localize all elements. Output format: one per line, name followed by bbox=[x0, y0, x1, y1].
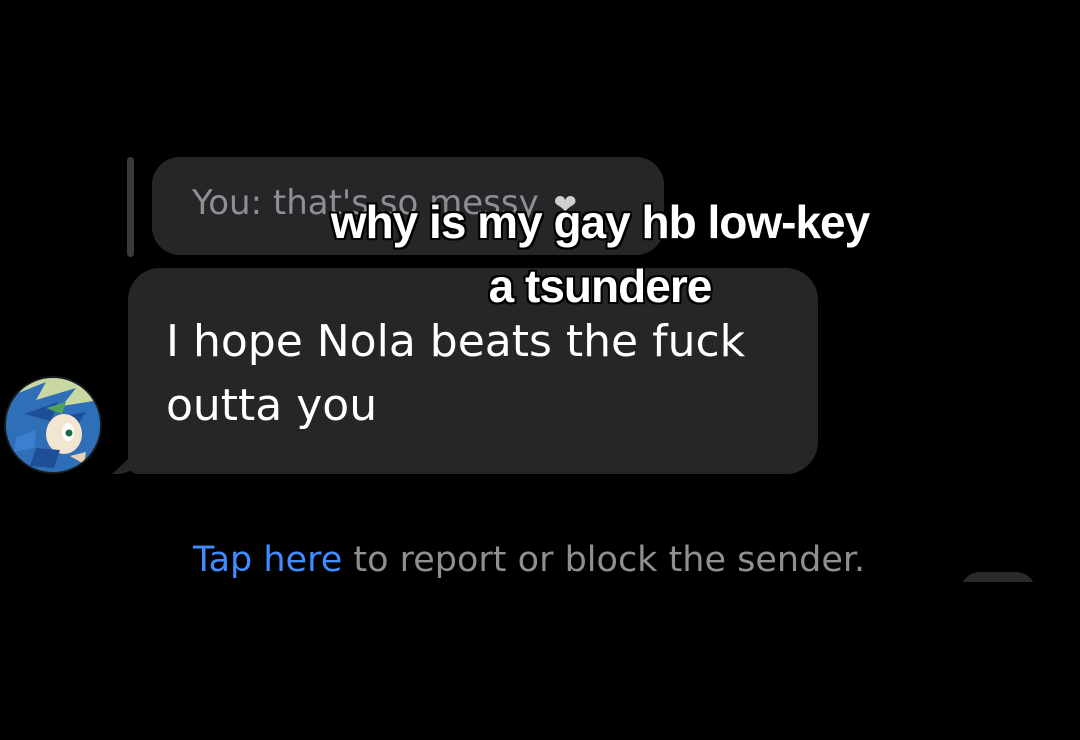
screenshot-crop-edge bbox=[930, 582, 1080, 622]
report-or-block-notice: Tap here to report or block the sender. bbox=[193, 540, 865, 580]
overlay-caption-line-1: why is my gay hb low-key bbox=[330, 196, 870, 248]
avatar-image bbox=[6, 378, 100, 472]
sonic-avatar-icon[interactable] bbox=[6, 378, 100, 472]
tap-here-link[interactable]: Tap here bbox=[193, 540, 342, 580]
overlay-caption: why is my gay hb low-key a tsundere bbox=[300, 190, 900, 318]
quoted-reply-prefix: You: bbox=[192, 183, 263, 223]
report-notice-text: to report or block the sender. bbox=[342, 540, 866, 580]
message-text-line-2: outta you bbox=[166, 380, 378, 431]
reply-indicator-bar bbox=[127, 157, 134, 257]
chat-screen: You: that's so messy ❤ I hope Nola beats… bbox=[0, 0, 1080, 740]
message-text-line-1: I hope Nola beats the fuck bbox=[166, 316, 746, 367]
overlay-caption-line-2: a tsundere bbox=[488, 260, 713, 312]
